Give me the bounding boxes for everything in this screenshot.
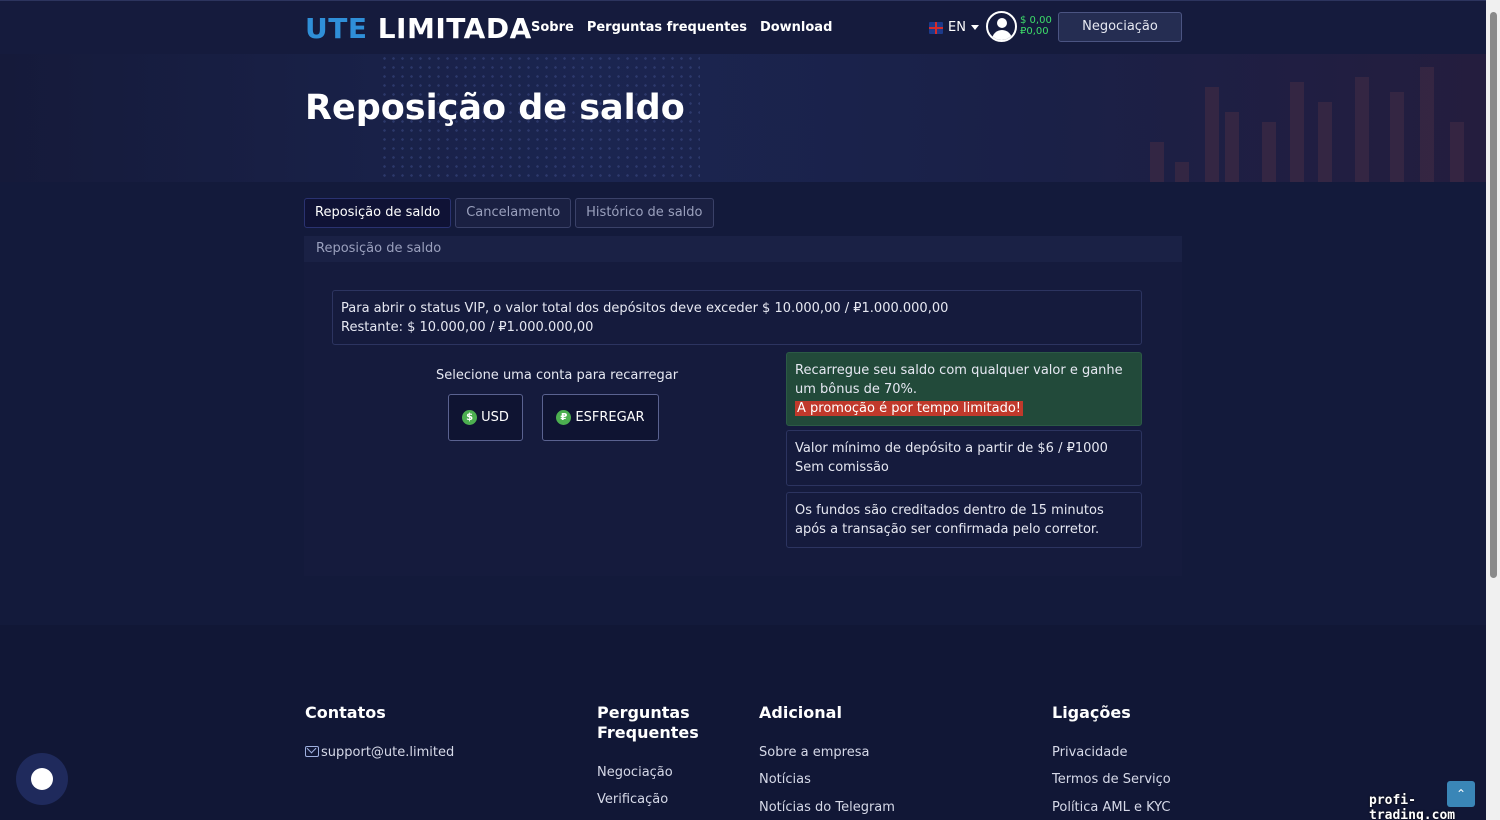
footer-link-terms[interactable]: Termos de Serviço <box>1052 772 1171 787</box>
minimum-deposit-notice: Valor mínimo de depósito a partir de $6 … <box>786 430 1142 486</box>
vip-status-notice: Para abrir o status VIP, o valor total d… <box>332 290 1142 345</box>
credit-time-notice: Os fundos são creditados dentro de 15 mi… <box>786 492 1142 548</box>
tab-withdrawal[interactable]: Cancelamento <box>455 198 572 228</box>
balance-usd: $ 0,00 <box>1020 15 1052 26</box>
site-logo[interactable]: UTE LIMITADA <box>305 12 532 45</box>
main-nav: Sobre Perguntas frequentes Download <box>531 20 832 35</box>
rub-account-label: ESFREGAR <box>575 410 645 425</box>
footer-faq-title-line1: Perguntas <box>597 703 690 722</box>
bonus-promo-notice: Recarregue seu saldo com qualquer valor … <box>786 352 1142 426</box>
footer-link-about-company[interactable]: Sobre a empresa <box>759 745 869 760</box>
top-navbar: UTE LIMITADA Sobre Perguntas frequentes … <box>0 0 1486 54</box>
trading-button[interactable]: Negociação <box>1058 12 1182 42</box>
footer-link-verification[interactable]: Verificação <box>597 792 668 807</box>
promo-limited-badge: A promoção é por tempo limitado! <box>795 401 1023 416</box>
footer-link-news[interactable]: Notícias <box>759 772 811 787</box>
panel-heading: Reposição de saldo <box>304 236 1182 262</box>
replenish-panel: Reposição de saldo Para abrir o status V… <box>304 236 1182 576</box>
page-title: Reposição de saldo <box>305 88 685 128</box>
watermark: profi-trading.com <box>1369 793 1456 820</box>
nav-item-about[interactable]: Sobre <box>531 20 574 35</box>
footer-link-privacy[interactable]: Privacidade <box>1052 745 1127 760</box>
no-commission-text: Sem comissão <box>795 460 889 475</box>
footer-legal-title: Ligações <box>1052 703 1131 722</box>
logo-part2: LIMITADA <box>377 12 532 45</box>
tab-replenish[interactable]: Reposição de saldo <box>304 198 452 228</box>
footer-link-telegram-news[interactable]: Notícias do Telegram <box>759 800 895 815</box>
footer-contacts: Contatos support@ute.limited <box>305 703 454 760</box>
usd-account-button[interactable]: $ USD <box>448 394 523 441</box>
footer-legal: Ligações Privacidade Termos de Serviço P… <box>1052 703 1171 815</box>
select-account-label: Selecione uma conta para recarregar <box>436 368 679 383</box>
envelope-icon <box>305 746 319 757</box>
dollar-coin-icon: $ <box>462 410 478 425</box>
page-scrollbar[interactable] <box>1486 0 1500 820</box>
support-email-link[interactable]: support@ute.limited <box>305 745 454 760</box>
uk-flag-icon <box>929 21 943 34</box>
footer-contacts-title: Contatos <box>305 703 386 722</box>
footer-extra-title: Adicional <box>759 703 842 722</box>
footer-link-trading[interactable]: Negociação <box>597 765 673 780</box>
nav-item-faq[interactable]: Perguntas frequentes <box>587 20 747 35</box>
hero-banner: Reposição de saldo <box>0 54 1486 182</box>
ruble-coin-icon: ₽ <box>556 410 572 425</box>
language-selector[interactable]: EN <box>929 20 979 35</box>
tab-balance-history[interactable]: Histórico de saldo <box>575 198 714 228</box>
support-email-text: support@ute.limited <box>321 745 455 760</box>
balance-rub: ₽0,00 <box>1020 26 1049 37</box>
chat-widget-button[interactable] <box>16 753 68 805</box>
footer-faq: Perguntas Frequentes Negociação Verifica… <box>597 703 699 807</box>
language-label: EN <box>948 20 966 35</box>
nav-item-download[interactable]: Download <box>760 20 832 35</box>
vip-remaining-text: Restante: $ 10.000,00 / ₽1.000.000,00 <box>341 320 594 335</box>
credit-time-text: Os fundos são creditados dentro de 15 mi… <box>795 503 1104 537</box>
footer-link-aml-kyc[interactable]: Política AML e KYC <box>1052 800 1171 815</box>
balance-tabs: Reposição de saldo Cancelamento Históric… <box>304 198 714 228</box>
site-footer: Contatos support@ute.limited Perguntas F… <box>0 625 1486 820</box>
footer-extra: Adicional Sobre a empresa Notícias Notíc… <box>759 703 895 815</box>
vip-requirement-text: Para abrir o status VIP, o valor total d… <box>341 301 949 316</box>
footer-faq-title-line2: Frequentes <box>597 723 699 742</box>
scrollbar-thumb[interactable] <box>1490 12 1497 578</box>
logo-part1: UTE <box>305 12 368 45</box>
min-deposit-text: Valor mínimo de depósito a partir de $6 … <box>795 441 1108 456</box>
rub-account-button[interactable]: ₽ ESFREGAR <box>542 394 659 441</box>
balance-display: $ 0,00 ₽0,00 <box>1020 15 1052 37</box>
user-avatar-icon[interactable] <box>986 11 1017 42</box>
footer-faq-title: Perguntas Frequentes <box>597 703 699 743</box>
usd-account-label: USD <box>481 410 509 425</box>
promo-text: Recarregue seu saldo com qualquer valor … <box>795 363 1123 397</box>
caret-down-icon <box>970 25 979 30</box>
